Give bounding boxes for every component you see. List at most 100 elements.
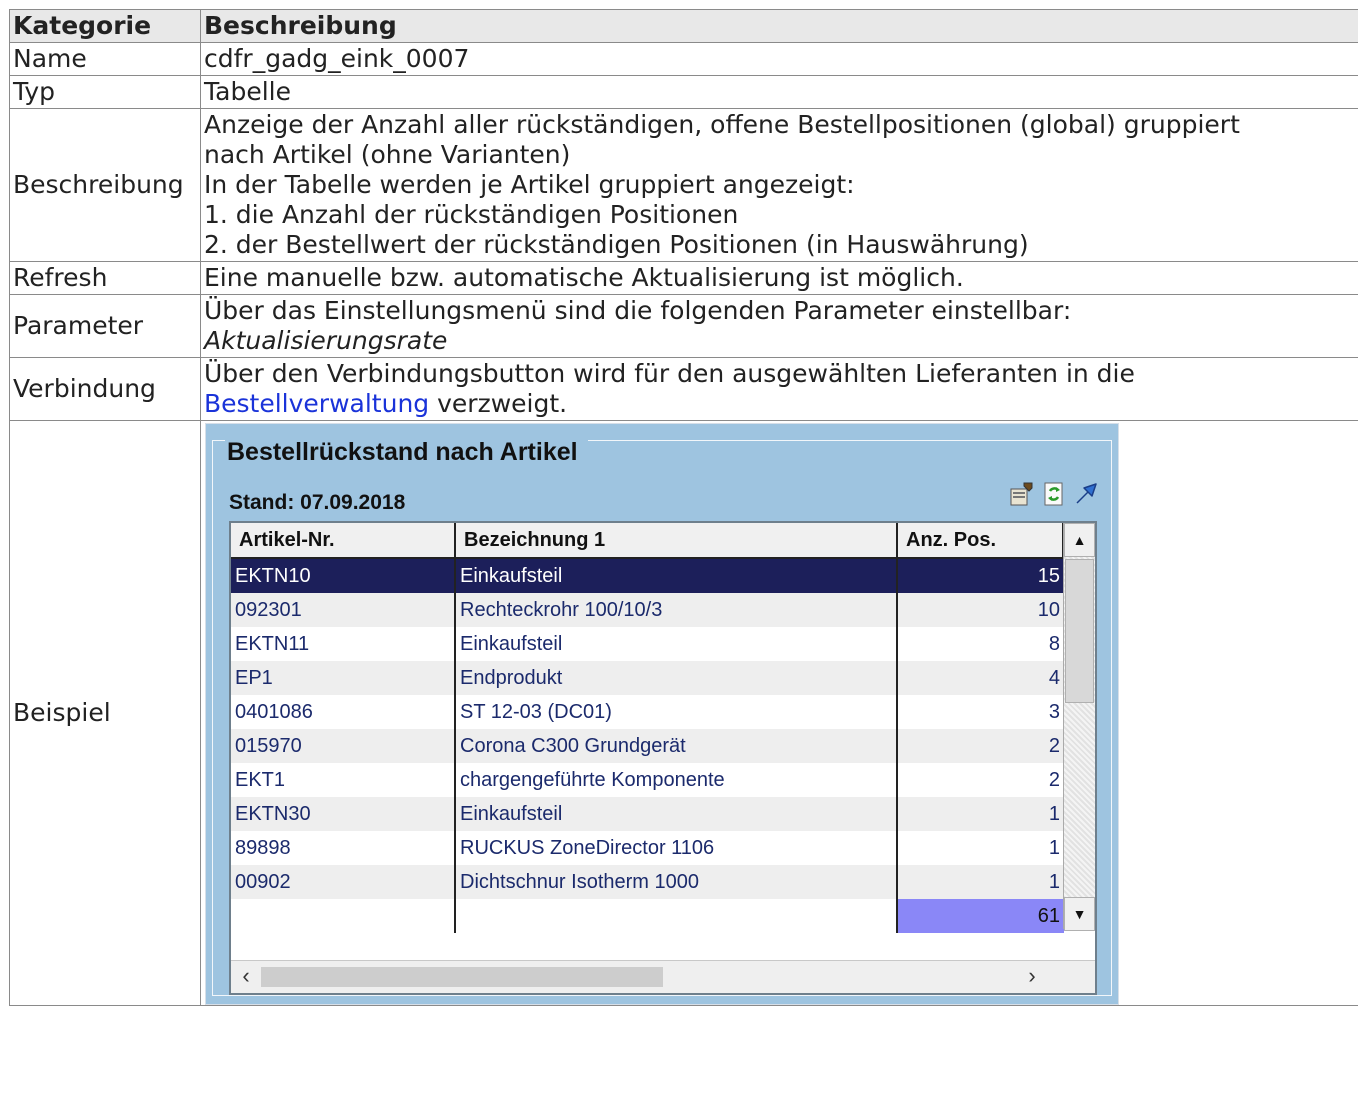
bezeichnung: RUCKUS ZoneDirector 1106 <box>456 831 898 865</box>
artikel-nr: EKTN30 <box>231 797 456 831</box>
parameter-line: Über das Einstellungsmenü sind die folge… <box>204 296 1072 325</box>
artikel-nr: 00902 <box>231 865 456 899</box>
table-row[interactable]: EKTN11 Einkaufsteil 8 <box>231 627 1064 661</box>
value-name: cdfr_gadg_eink_0007 <box>200 42 1358 76</box>
desc-line: nach Artikel (ohne Varianten) <box>204 140 571 169</box>
bezeichnung: Dichtschnur Isotherm 1000 <box>456 865 898 899</box>
value-refresh: Eine manuelle bzw. automatische Aktualis… <box>200 261 1358 295</box>
table-row[interactable]: 092301 Rechteckrohr 100/10/3 10 <box>231 593 1064 627</box>
value-beschreibung: Anzeige der Anzahl aller rückständigen, … <box>200 108 1358 262</box>
bezeichnung: Rechteckrohr 100/10/3 <box>456 593 898 627</box>
horizontal-scrollbar[interactable]: ‹ › <box>231 960 1095 993</box>
row-verbindung: Verbindung Über den Verbindungsbutton wi… <box>9 357 1358 421</box>
label-verbindung: Verbindung <box>9 357 201 421</box>
bezeichnung: Einkaufsteil <box>456 797 898 831</box>
desc-line: 1. die Anzahl der rückständigen Position… <box>204 200 739 229</box>
anzahl: 1 <box>1048 803 1060 825</box>
scroll-down-button[interactable]: ▼ <box>1064 897 1095 931</box>
stand-date: Stand: 07.09.2018 <box>229 491 406 514</box>
anzahl: 10 <box>1037 599 1060 621</box>
horizontal-scroll-thumb[interactable] <box>261 967 663 987</box>
artikel-nr: EP1 <box>231 661 456 695</box>
artikel-nr: 015970 <box>231 729 456 763</box>
row-parameter: Parameter Über das Einstellungsmenü sind… <box>9 294 1358 358</box>
anzahl: 3 <box>1048 701 1060 723</box>
scroll-left-button[interactable]: ‹ <box>231 961 261 993</box>
desc-line: 2. der Bestellwert der rückständigen Pos… <box>204 230 1029 259</box>
artikel-nr: EKTN10 <box>231 559 456 593</box>
gadget-window: Bestellrückstand nach Artikel Stand: 07.… <box>205 423 1119 1005</box>
verbindung-suffix: verzweigt. <box>429 389 568 418</box>
total-empty-a <box>231 899 456 933</box>
row-beschreibung: Beschreibung Anzeige der Anzahl aller rü… <box>9 108 1358 262</box>
bezeichnung: ST 12-03 (DC01) <box>456 695 898 729</box>
bezeichnung: Einkaufsteil <box>456 627 898 661</box>
artikel-nr: 092301 <box>231 593 456 627</box>
vertical-scroll-thumb[interactable] <box>1065 559 1094 703</box>
anzahl: 2 <box>1048 735 1060 757</box>
bezeichnung: Endprodukt <box>456 661 898 695</box>
value-beispiel: Bestellrückstand nach Artikel Stand: 07.… <box>200 420 1358 1006</box>
anzahl: 1 <box>1048 871 1060 893</box>
gadget-group: Bestellrückstand nach Artikel Stand: 07.… <box>212 439 1112 996</box>
anzahl: 15 <box>1037 565 1060 587</box>
bezeichnung: Corona C300 Grundgerät <box>456 729 898 763</box>
anzahl: 4 <box>1048 667 1060 689</box>
bestellverwaltung-link[interactable]: Bestellverwaltung <box>204 389 429 418</box>
header-beschreibung: Beschreibung <box>200 9 1358 43</box>
total-empty-b <box>456 899 898 933</box>
vertical-scrollbar[interactable]: ▲ ▼ <box>1063 523 1095 931</box>
table-row[interactable]: EKTN10 Einkaufsteil 15 <box>231 559 1064 593</box>
scroll-right-button[interactable]: › <box>1017 961 1047 993</box>
total-value: 61 <box>898 899 1064 933</box>
scroll-up-button[interactable]: ▲ <box>1064 523 1095 557</box>
table-row[interactable]: EKT1 chargengeführte Komponente 2 <box>231 763 1064 797</box>
row-beispiel: Beispiel Bestellrückstand nach Artikel S… <box>9 420 1358 1006</box>
article-grid[interactable]: Artikel-Nr. Bezeichnung 1 Anz. Pos. EKTN… <box>229 521 1097 995</box>
artikel-nr: 0401086 <box>231 695 456 729</box>
column-header-artikel[interactable]: Artikel-Nr. <box>231 523 456 559</box>
grid-header: Artikel-Nr. Bezeichnung 1 Anz. Pos. <box>231 523 1064 559</box>
refresh-icon[interactable] <box>1041 481 1067 507</box>
row-refresh: Refresh Eine manuelle bzw. automatische … <box>9 261 1358 295</box>
table-row[interactable]: EP1 Endprodukt 4 <box>231 661 1064 695</box>
label-beschreibung: Beschreibung <box>9 108 201 262</box>
artikel-nr: 89898 <box>231 831 456 865</box>
parameter-value: Aktualisierungsrate <box>204 326 448 355</box>
link-arrow-icon[interactable] <box>1073 481 1099 507</box>
label-name: Name <box>9 42 201 76</box>
table-row[interactable]: 89898 RUCKUS ZoneDirector 1106 1 <box>231 831 1064 865</box>
row-name: Name cdfr_gadg_eink_0007 <box>9 42 1358 76</box>
table-row[interactable]: EKTN30 Einkaufsteil 1 <box>231 797 1064 831</box>
table-row[interactable]: 0401086 ST 12-03 (DC01) 3 <box>231 695 1064 729</box>
label-parameter: Parameter <box>9 294 201 358</box>
gadget-title: Bestellrückstand nach Artikel <box>225 439 588 465</box>
anzahl: 8 <box>1048 633 1060 655</box>
label-refresh: Refresh <box>9 261 201 295</box>
desc-line: Anzeige der Anzahl aller rückständigen, … <box>204 110 1240 139</box>
column-header-anzahl[interactable]: Anz. Pos. <box>898 523 1064 559</box>
artikel-nr: EKTN11 <box>231 627 456 661</box>
gadget-toolbar <box>1009 481 1099 507</box>
value-typ: Tabelle <box>200 75 1358 109</box>
info-table: Kategorie Beschreibung Name cdfr_gadg_ei… <box>9 9 1358 1006</box>
label-typ: Typ <box>9 75 201 109</box>
table-row[interactable]: 00902 Dichtschnur Isotherm 1000 1 <box>231 865 1064 899</box>
label-beispiel: Beispiel <box>9 420 201 1006</box>
anzahl: 2 <box>1048 769 1060 791</box>
column-header-bezeichnung[interactable]: Bezeichnung 1 <box>456 523 898 559</box>
verbindung-line: Über den Verbindungsbutton wird für den … <box>204 359 1135 388</box>
total-row: 61 <box>231 899 1064 933</box>
row-typ: Typ Tabelle <box>9 75 1358 109</box>
header-kategorie: Kategorie <box>9 9 201 43</box>
table-row[interactable]: 015970 Corona C300 Grundgerät 2 <box>231 729 1064 763</box>
bezeichnung: Einkaufsteil <box>456 559 898 593</box>
value-parameter: Über das Einstellungsmenü sind die folge… <box>200 294 1358 358</box>
artikel-nr: EKT1 <box>231 763 456 797</box>
bezeichnung: chargengeführte Komponente <box>456 763 898 797</box>
grid-rows: EKTN10 Einkaufsteil 15 092301 Rechteckro… <box>231 559 1064 933</box>
settings-icon[interactable] <box>1009 481 1035 507</box>
value-verbindung: Über den Verbindungsbutton wird für den … <box>200 357 1358 421</box>
anzahl: 1 <box>1048 837 1060 859</box>
header-row: Kategorie Beschreibung <box>9 9 1358 43</box>
